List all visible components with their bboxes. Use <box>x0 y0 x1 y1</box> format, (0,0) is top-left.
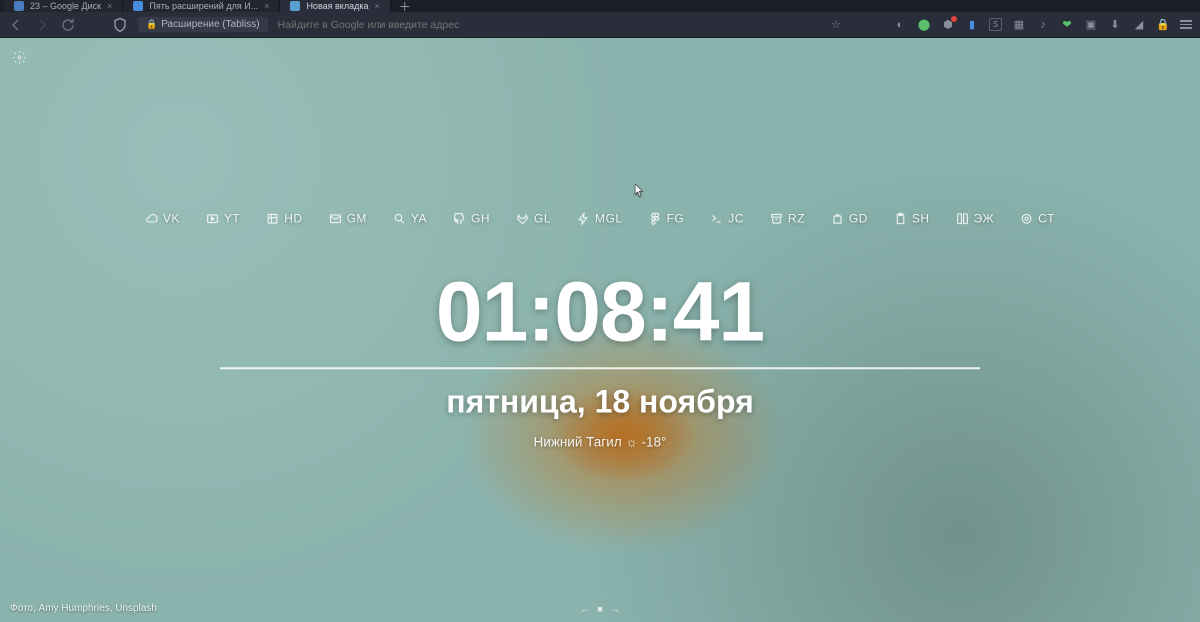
shortcut-gl[interactable]: GL <box>516 211 551 225</box>
weather-city: Нижний Тагил <box>534 434 622 449</box>
shortcut-label: CT <box>1038 211 1055 225</box>
shortcut-label: VK <box>163 211 180 225</box>
bolt-icon <box>577 212 590 225</box>
shortcut-row: VKYTHDGMYAGHGLMGLFGJCRZGDSHЭЖCT <box>150 211 1050 225</box>
tab-bar: 23 – Google Диск × Пять расширений для И… <box>0 0 1200 12</box>
shortcut-label: GL <box>534 211 551 225</box>
archive-icon <box>770 212 783 225</box>
ext-icon-12[interactable]: 🔒 <box>1156 18 1170 32</box>
shortcut-jc[interactable]: JC <box>710 211 744 225</box>
lock-icon: 🔒 <box>146 19 157 30</box>
close-icon[interactable]: × <box>374 1 379 11</box>
extension-label: Расширение (Tabliss) <box>161 19 259 30</box>
shortcut-gd[interactable]: GD <box>831 211 868 225</box>
weather-temp: -18° <box>642 434 667 449</box>
target-icon <box>1020 212 1033 225</box>
back-button[interactable] <box>8 17 24 33</box>
shortcut-label: GM <box>347 211 367 225</box>
clock: 01:08:41 <box>150 269 1050 353</box>
ext-icon-9[interactable]: ▣ <box>1084 18 1098 32</box>
shortcut-mgl[interactable]: MGL <box>577 211 623 225</box>
shortcut-sh[interactable]: SH <box>894 211 930 225</box>
weather: Нижний Тагил ☼ -18° <box>150 434 1050 449</box>
shortcut-label: FG <box>667 211 685 225</box>
reload-button[interactable] <box>60 17 76 33</box>
tab-extensions-article[interactable]: Пять расширений для И... × <box>123 0 280 12</box>
shortcut-label: GD <box>849 211 868 225</box>
shortcut-эж[interactable]: ЭЖ <box>956 211 995 225</box>
forward-button[interactable] <box>34 17 50 33</box>
tab-new-tab[interactable]: Новая вкладка × <box>280 0 390 12</box>
ext-icon-5[interactable]: S <box>989 18 1002 31</box>
shortcut-hd[interactable]: HD <box>266 211 302 225</box>
shortcut-vk[interactable]: VK <box>145 211 180 225</box>
favicon-icon <box>290 1 300 11</box>
new-tab-button[interactable]: ＋ <box>391 0 419 15</box>
ext-icon-6[interactable]: ▦ <box>1012 18 1026 32</box>
divider <box>220 367 980 369</box>
shortcut-ya[interactable]: YA <box>393 211 427 225</box>
ext-icon-7[interactable]: ♪ <box>1036 18 1050 32</box>
shortcut-gm[interactable]: GM <box>329 211 367 225</box>
terminal-icon <box>710 212 723 225</box>
url-input[interactable] <box>278 19 819 31</box>
ext-icon-11[interactable]: ◢ <box>1132 18 1146 32</box>
close-icon[interactable]: × <box>107 1 112 11</box>
shortcut-label: GH <box>471 211 490 225</box>
close-icon[interactable]: × <box>264 1 269 11</box>
search-icon <box>393 212 406 225</box>
book-icon <box>956 212 969 225</box>
tab-title: Пять расширений для И... <box>149 1 258 11</box>
cloud-icon <box>145 212 158 225</box>
tab-google-disk[interactable]: 23 – Google Диск × <box>4 0 123 12</box>
shortcut-label: SH <box>912 211 930 225</box>
clipboard-icon <box>894 212 907 225</box>
ext-icon-2[interactable]: ⬤ <box>917 18 931 32</box>
github-icon <box>453 212 466 225</box>
shortcut-label: MGL <box>595 211 623 225</box>
tab-title: Новая вкладка <box>306 1 368 11</box>
figma-icon <box>649 212 662 225</box>
settings-gear-icon[interactable] <box>12 50 27 68</box>
shortcut-rz[interactable]: RZ <box>770 211 805 225</box>
shortcut-fg[interactable]: FG <box>649 211 685 225</box>
shortcut-label: YA <box>411 211 427 225</box>
play-icon <box>206 212 219 225</box>
photo-credit: Фото, Amy Humphries, Unsplash <box>10 603 157 614</box>
shortcut-label: ЭЖ <box>974 211 995 225</box>
ext-icon-4[interactable]: ▮ <box>965 18 979 32</box>
new-tab-page: VK YT HD GM YA GH GL MGL FG JC RZ GD SH ЭЖ CT 01:08:41… <box>0 38 1200 622</box>
date: пятница, 18 ноября <box>150 383 1050 420</box>
pause-bg-icon[interactable]: ■ <box>597 604 602 614</box>
tab-title: 23 – Google Диск <box>30 1 101 11</box>
shortcut-label: RZ <box>788 211 805 225</box>
bookmark-icon[interactable]: ☆ <box>829 18 843 32</box>
background-controls: ← ■ → <box>580 604 619 614</box>
prev-bg-icon[interactable]: ← <box>580 604 589 614</box>
favicon-icon <box>14 1 24 11</box>
ext-icon-8[interactable]: ❤ <box>1060 18 1074 32</box>
menu-icon[interactable] <box>1180 20 1192 29</box>
shortcut-ct[interactable]: CT <box>1020 211 1055 225</box>
ext-icon-3[interactable]: ⬢ <box>941 18 955 32</box>
bag-icon <box>831 212 844 225</box>
gitlab-icon <box>516 212 529 225</box>
favicon-icon <box>133 1 143 11</box>
address-bar: 🔒 Расширение (Tabliss) ☆ ◐ ⬤ ⬢ ▮ S ▦ ♪ ❤… <box>0 12 1200 38</box>
shortcut-yt[interactable]: YT <box>206 211 240 225</box>
shortcut-gh[interactable]: GH <box>453 211 490 225</box>
grid-icon <box>266 212 279 225</box>
shield-icon[interactable] <box>112 17 128 33</box>
mail-icon <box>329 212 342 225</box>
sun-icon: ☼ <box>625 434 641 449</box>
shortcut-label: HD <box>284 211 302 225</box>
ext-icon-1[interactable]: ◐ <box>893 18 907 32</box>
next-bg-icon[interactable]: → <box>611 604 620 614</box>
mouse-cursor <box>635 184 644 197</box>
ext-icon-10[interactable]: ⬇ <box>1108 18 1122 32</box>
shortcut-label: JC <box>728 211 744 225</box>
shortcut-label: YT <box>224 211 240 225</box>
extension-pill[interactable]: 🔒 Расширение (Tabliss) <box>138 17 268 32</box>
